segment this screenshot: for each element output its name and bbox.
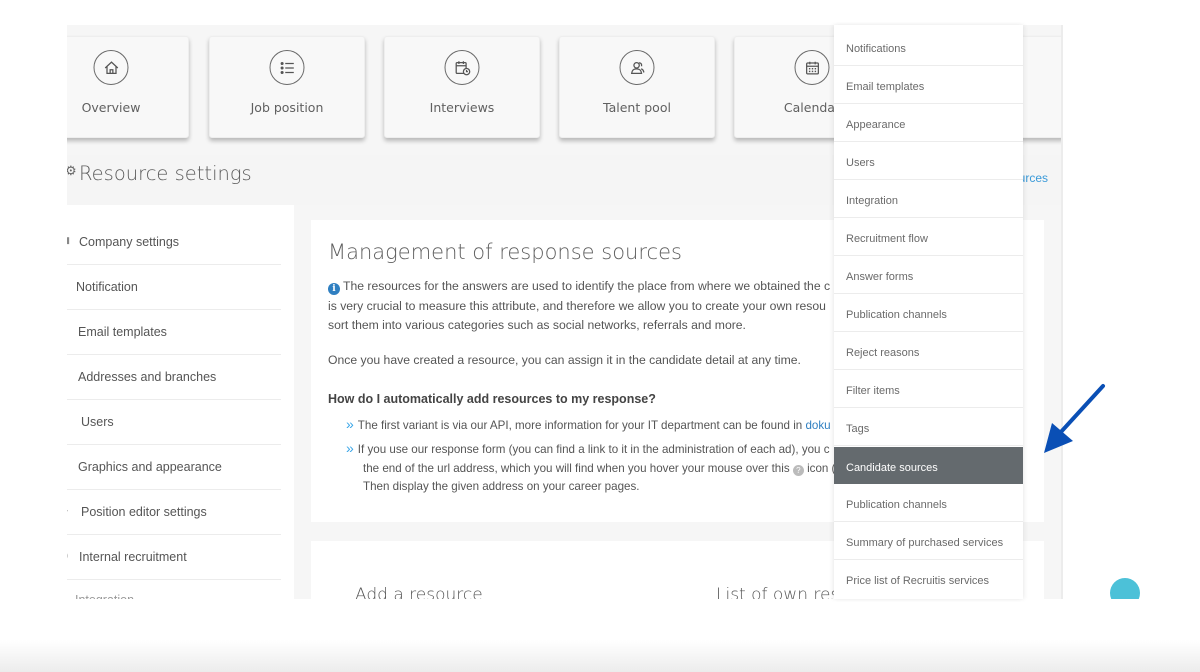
info-icon: i [328, 283, 340, 295]
menu-item-label: Publication channels [846, 309, 947, 321]
sidebar-item-internal-recruitment[interactable]: ) Internal recruitment [67, 535, 281, 580]
own-resources-heading: List of own res [716, 585, 840, 599]
sidebar-item-label: Email templates [78, 325, 167, 339]
add-resource-heading: Add a resource [355, 585, 483, 599]
menu-item-publication-channels[interactable]: Publication channels [834, 294, 1023, 332]
menu-item-label: Candidate sources [846, 462, 938, 474]
arrow-shaft [1058, 384, 1105, 435]
annotation-arrow-icon [1044, 384, 1105, 453]
sidebar-item-company-settings[interactable]: ▮ Company settings [67, 220, 281, 265]
bullet-api: » The first variant is via our API, more … [346, 415, 831, 436]
bullet-text: Then display the given address on your c… [363, 480, 640, 493]
chat-widget-button[interactable] [1100, 570, 1140, 599]
menu-item-recruitment-flow[interactable]: Recruitment flow [834, 218, 1023, 256]
sidebar-item-graphics[interactable]: | Graphics and appearance [67, 445, 281, 490]
menu-item-label: Email templates [846, 81, 925, 93]
sidebar-item-label: Internal recruitment [79, 550, 187, 564]
sidebar-item-integration[interactable]: Integration [67, 580, 281, 599]
users-icon [619, 50, 655, 85]
menu-item-users[interactable]: Users [834, 142, 1023, 180]
sidebar-item-label: Integration [75, 593, 134, 599]
bullet-text: The first variant is via our API, more i… [357, 419, 806, 432]
gear-icon: › [67, 505, 68, 515]
building-icon: ▮ [67, 235, 70, 245]
page-title: Resource settings [79, 162, 252, 185]
tile-interviews[interactable]: Interviews [384, 36, 540, 138]
door-icon: ) [67, 550, 68, 560]
tile-talent-pool[interactable]: Talent pool [559, 36, 715, 138]
settings-dropdown-menu: Notifications Email templates Appearance… [834, 25, 1023, 599]
window-edge [1061, 25, 1063, 599]
menu-item-purchased-services[interactable]: Summary of purchased services [834, 522, 1023, 560]
menu-item-label: Users [846, 157, 875, 169]
menu-item-email-templates[interactable]: Email templates [834, 66, 1023, 104]
arrow-head [1044, 423, 1073, 453]
help-icon: ? [792, 464, 804, 476]
calendar-clock-icon [444, 50, 480, 85]
sidebar-item-label: Notification [76, 280, 138, 294]
sidebar-item-notification[interactable]: Notification [67, 265, 281, 310]
menu-item-label: Answer forms [846, 271, 914, 283]
bullet-form: » If you use our response form (you can f… [346, 439, 835, 497]
menu-item-publication-channels-2[interactable]: Publication channels [834, 484, 1023, 522]
menu-item-label: Summary of purchased services [846, 537, 1004, 549]
sidebar-item-addresses[interactable]: ' Addresses and branches [67, 355, 281, 400]
sources-link[interactable]: urces [1019, 171, 1048, 185]
menu-item-label: Tags [846, 423, 870, 435]
menu-item-candidate-sources[interactable]: Candidate sources [834, 447, 1023, 484]
assign-paragraph: Once you have created a resource, you ca… [328, 353, 801, 367]
calendar-icon [794, 50, 830, 85]
bullet-text: icon ( [803, 461, 836, 475]
menu-item-label: Appearance [846, 119, 906, 131]
sidebar-item-label: Company settings [79, 235, 180, 249]
tile-label: Overview [81, 100, 141, 115]
chat-bubble-icon [1110, 578, 1140, 599]
menu-item-tags[interactable]: Tags [834, 408, 1023, 446]
menu-item-appearance[interactable]: Appearance [834, 104, 1023, 142]
tile-overview[interactable]: Overview [67, 36, 189, 138]
menu-item-reject-reasons[interactable]: Reject reasons [834, 332, 1023, 370]
menu-item-label: Recruitment flow [846, 233, 928, 245]
menu-item-label: Price list of Recruitis services [846, 575, 990, 587]
sidebar-item-label: Users [81, 415, 114, 429]
bullet-text: If you use our response form (you can fi… [357, 443, 830, 456]
menu-item-filter-items[interactable]: Filter items [834, 370, 1023, 408]
menu-item-label: Notifications [846, 43, 906, 55]
sidebar-item-users[interactable]: : Users [67, 400, 281, 445]
documentation-link[interactable]: doku [805, 419, 830, 432]
menu-item-notifications[interactable]: Notifications [834, 28, 1023, 66]
sidebar-item-position-editor[interactable]: › Position editor settings [67, 490, 281, 535]
menu-item-price-list[interactable]: Price list of Recruitis services [834, 560, 1023, 598]
menu-item-label: Reject reasons [846, 347, 920, 359]
menu-item-integration[interactable]: Integration [834, 180, 1023, 218]
menu-item-answer-forms[interactable]: Answer forms [834, 256, 1023, 294]
users-icon: : [67, 415, 68, 425]
bullet-text: the end of the url address, which you wi… [363, 461, 793, 475]
sidebar-item-label: Position editor settings [81, 505, 207, 519]
sidebar-item-label: Graphics and appearance [78, 460, 222, 474]
bottom-shadow [0, 640, 1200, 672]
menu-item-label: Integration [846, 195, 898, 207]
menu-item-label: Publication channels [846, 499, 947, 511]
settings-sidebar: ▮ Company settings Notification | Email … [67, 205, 294, 599]
howto-heading: How do I automatically add resources to … [328, 392, 656, 406]
section-title: Management of response sources [328, 240, 682, 264]
settings-icon: ⚙ [67, 163, 77, 178]
sidebar-item-email-templates[interactable]: | Email templates [67, 310, 281, 355]
tile-label: Talent pool [603, 100, 671, 115]
tile-job-position[interactable]: Job position [209, 36, 365, 138]
tile-label: Job position [250, 100, 324, 115]
sidebar-item-label: Addresses and branches [78, 370, 217, 384]
intro-line: The resources for the answers are used t… [343, 279, 831, 293]
double-chevron-icon: » [346, 416, 354, 432]
home-icon [93, 50, 129, 85]
list-icon [269, 50, 305, 85]
menu-item-label: Filter items [846, 385, 900, 397]
tile-label: Interviews [429, 100, 495, 115]
double-chevron-icon: » [346, 440, 354, 456]
